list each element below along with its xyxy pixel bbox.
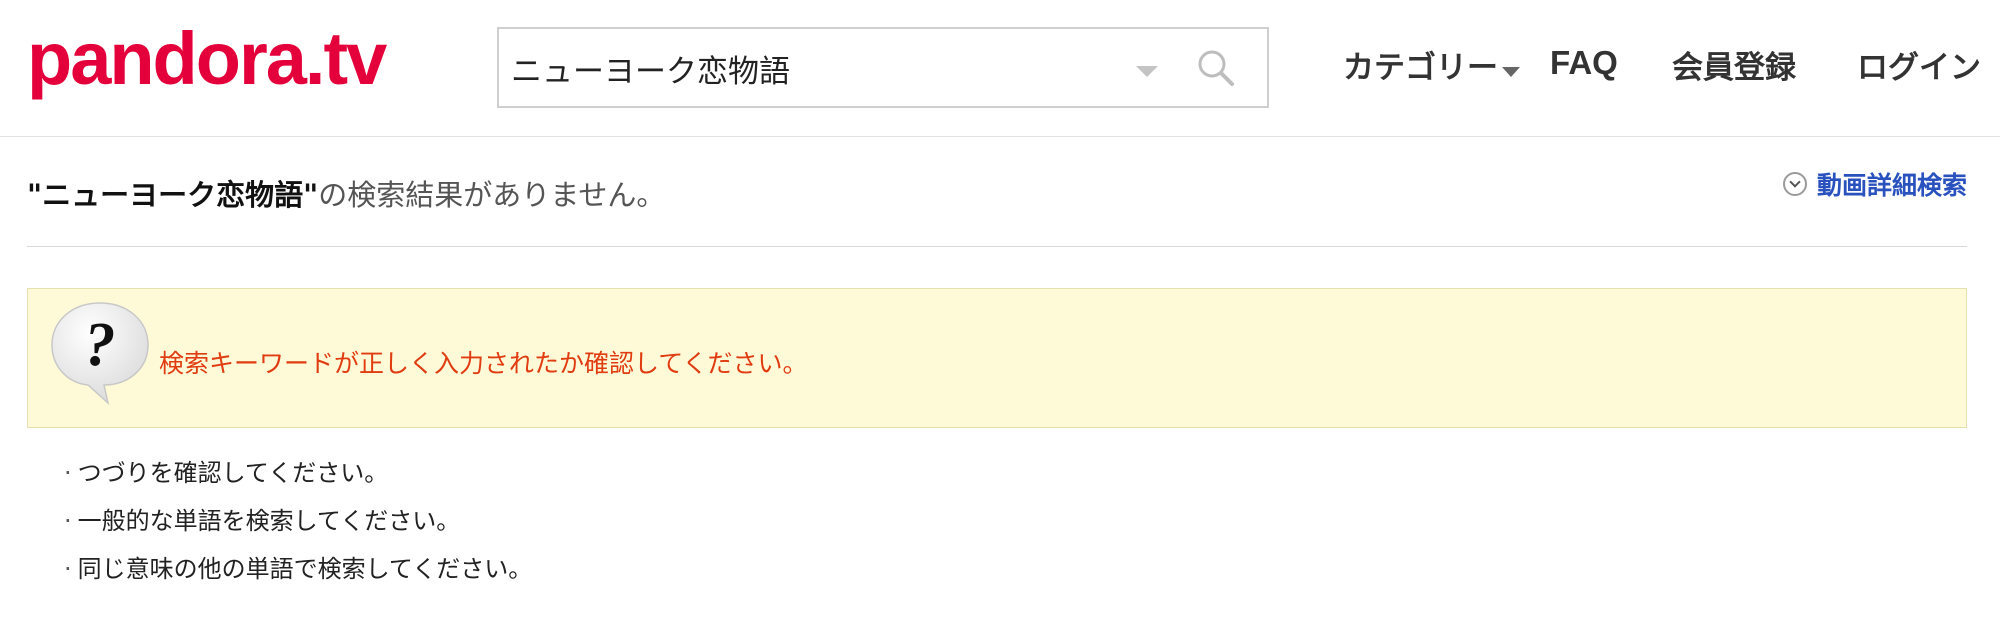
result-query: "ニューヨーク恋物語" xyxy=(27,178,319,212)
nav-register[interactable]: 会員登録 xyxy=(1672,42,1796,87)
search-box xyxy=(497,27,1269,108)
result-suffix: の検索結果がありません。 xyxy=(318,178,666,212)
divider xyxy=(27,246,1967,247)
search-input[interactable] xyxy=(511,43,1111,93)
tips-list: · つづりを確認してください。 · 一般的な単語を検索してください。 · 同じ意味の他… xyxy=(64,456,532,600)
bullet: · xyxy=(64,555,72,583)
list-item: · つづりを確認してください。 xyxy=(64,456,532,504)
nav-login[interactable]: ログイン xyxy=(1857,42,1981,87)
list-item: · 一般的な単語を検索してください。 xyxy=(64,504,532,552)
header: pandora.tv カテゴリー FAQ 会員登録 ログイン xyxy=(0,0,2000,137)
nav-category-label: カテゴリー xyxy=(1343,50,1498,86)
result-heading: "ニューヨーク恋物語"の検索結果がありません。 xyxy=(27,172,665,214)
detail-search-label: 動画詳細検索 xyxy=(1816,171,1967,200)
bullet: · xyxy=(64,459,72,487)
notice-message: 検索キーワードが正しく入力されたか確認してください。 xyxy=(159,349,808,378)
chevron-down-icon xyxy=(1502,66,1520,77)
nav-faq[interactable]: FAQ xyxy=(1550,44,1618,82)
circle-chevron-down-icon xyxy=(1782,172,1807,196)
logo[interactable]: pandora.tv xyxy=(27,22,387,96)
question-mark: ? xyxy=(85,311,116,379)
detail-search-link[interactable]: 動画詳細検索 xyxy=(1782,166,1967,202)
tip-text: 一般的な単語を検索してください。 xyxy=(77,507,461,535)
list-item: · 同じ意味の他の単語で検索してください。 xyxy=(64,552,532,600)
page: pandora.tv カテゴリー FAQ 会員登録 ログイン "ニューヨーク恋物… xyxy=(0,0,2000,618)
nav-category[interactable]: カテゴリー xyxy=(1343,42,1520,87)
tip-text: つづりを確認してください。 xyxy=(77,459,389,487)
tip-text: 同じ意味の他の単語で検索してください。 xyxy=(77,555,533,583)
notice-box: ? 検索キーワードが正しく入力されたか確認してください。 xyxy=(27,288,1967,428)
search-dropdown-icon[interactable] xyxy=(1136,66,1158,77)
search-icon[interactable] xyxy=(1195,47,1237,89)
question-bubble-icon: ? xyxy=(51,302,149,405)
bullet: · xyxy=(64,507,72,535)
